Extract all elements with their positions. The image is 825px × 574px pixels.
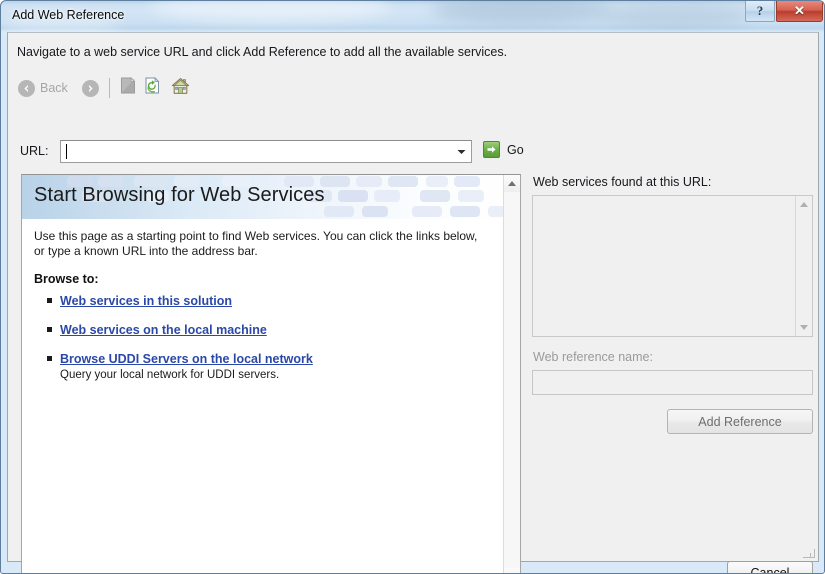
browse-link-list: Web services in this solution Web servic… — [34, 292, 506, 381]
found-services-listbox[interactable] — [532, 195, 813, 337]
caption-button-group: ? ✕ — [745, 1, 823, 22]
web-reference-name-input[interactable] — [533, 371, 812, 394]
home-icon — [171, 77, 190, 100]
scrollbar-track[interactable] — [796, 213, 812, 319]
scroll-down-icon[interactable] — [504, 568, 520, 574]
go-button[interactable]: Go — [483, 141, 524, 158]
window-title: Add Web Reference — [12, 8, 124, 22]
url-label: URL: — [20, 144, 48, 158]
forward-button[interactable] — [79, 75, 102, 101]
link-browse-uddi-servers[interactable]: Browse UDDI Servers on the local network — [60, 352, 313, 366]
web-reference-name-label: Web reference name: — [533, 350, 653, 364]
browser-vertical-scrollbar[interactable] — [503, 175, 520, 574]
browser-panel: Start Browsing for Web Services Use this… — [21, 174, 521, 574]
scroll-up-icon[interactable] — [796, 196, 812, 213]
results-vertical-scrollbar[interactable] — [795, 196, 812, 336]
navigation-toolbar: Back — [15, 74, 795, 102]
link-web-services-in-solution[interactable]: Web services in this solution — [60, 294, 232, 308]
scrollbar-track[interactable] — [504, 192, 520, 568]
scroll-down-icon[interactable] — [796, 319, 812, 336]
list-item: Web services on the local machine — [60, 321, 506, 339]
glass-highlight — [601, 3, 751, 27]
refresh-page-icon — [144, 77, 161, 99]
url-input[interactable] — [65, 144, 450, 160]
dialog-client-area: Navigate to a web service URL and click … — [7, 32, 819, 562]
help-button[interactable]: ? — [745, 1, 775, 22]
go-label: Go — [507, 143, 524, 157]
back-label: Back — [40, 81, 68, 95]
page-body: Use this page as a starting point to fin… — [22, 219, 520, 381]
refresh-button[interactable] — [141, 77, 165, 99]
title-bar[interactable]: Add Web Reference ? ✕ — [1, 1, 825, 32]
toolbar-separator — [109, 78, 110, 98]
link-web-services-local-machine[interactable]: Web services on the local machine — [60, 323, 267, 337]
cancel-button[interactable]: Cancel — [727, 561, 813, 574]
resize-grip[interactable] — [802, 545, 816, 559]
dialog-window: Add Web Reference ? ✕ Navigate to a web … — [0, 0, 825, 574]
url-row: URL: Go — [17, 140, 807, 164]
glass-highlight — [151, 0, 391, 23]
arrow-right-circle-icon — [82, 80, 99, 97]
browse-to-label: Browse to: — [34, 272, 506, 286]
home-button[interactable] — [169, 77, 193, 99]
web-reference-name-field[interactable] — [532, 370, 813, 395]
scroll-up-icon[interactable] — [504, 175, 520, 192]
glass-highlight — [431, 0, 611, 23]
found-services-label: Web services found at this URL: — [533, 175, 711, 189]
close-button[interactable]: ✕ — [776, 1, 823, 22]
chevron-down-icon[interactable] — [452, 142, 470, 161]
page-header-banner: Start Browsing for Web Services — [22, 175, 520, 219]
url-combobox[interactable] — [60, 140, 472, 163]
list-item: Browse UDDI Servers on the local network… — [60, 350, 506, 381]
back-button[interactable]: Back — [15, 75, 71, 101]
go-arrow-icon — [483, 141, 500, 158]
arrow-left-circle-icon — [18, 80, 35, 97]
page-title: Start Browsing for Web Services — [34, 184, 325, 207]
list-item: Web services in this solution — [60, 292, 506, 310]
page-description: Use this page as a starting point to fin… — [34, 229, 489, 259]
stop-page-icon — [120, 77, 136, 99]
instruction-text: Navigate to a web service URL and click … — [17, 45, 507, 59]
stop-button — [116, 77, 140, 99]
add-reference-button[interactable]: Add Reference — [667, 409, 813, 434]
link-uddi-description: Query your local network for UDDI server… — [60, 369, 506, 381]
